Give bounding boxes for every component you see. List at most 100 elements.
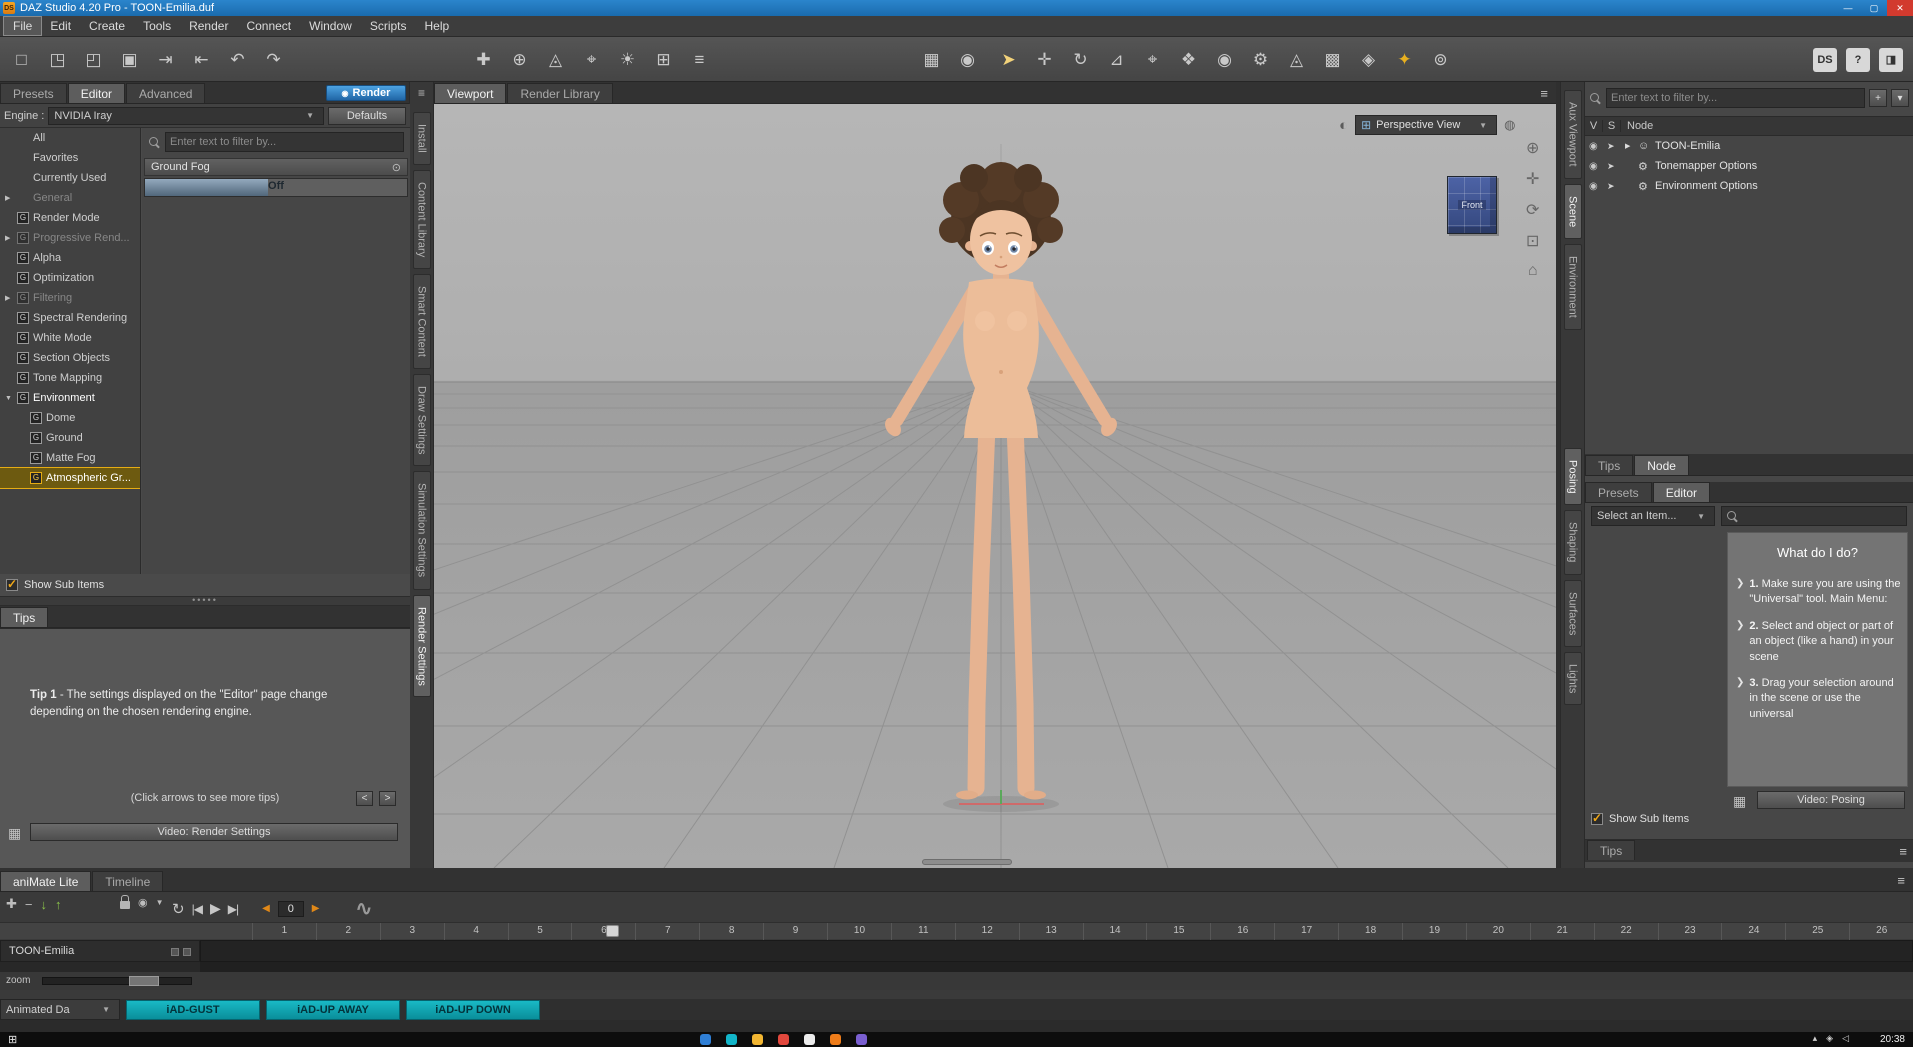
frame-back-icon[interactable]: ◀: [262, 903, 270, 914]
play-icon[interactable]: ▶: [210, 900, 221, 917]
aniblock-iad-up-away[interactable]: iAD-UP AWAY: [266, 999, 400, 1020]
taskbar-app-icon[interactable]: [700, 1034, 711, 1045]
track-label[interactable]: TOON-Emilia: [0, 940, 200, 962]
tab-editor[interactable]: Editor: [1652, 482, 1711, 502]
maximize-button[interactable]: ▢: [1861, 0, 1887, 16]
tab-smart-content[interactable]: Smart Content: [412, 273, 431, 369]
scale-tool-icon[interactable]: ⊿: [1103, 46, 1130, 73]
undo-icon[interactable]: ↶: [224, 46, 251, 73]
create-light-icon[interactable]: ☀: [614, 46, 641, 73]
joint-editor-icon[interactable]: ⚙: [1247, 46, 1274, 73]
category-atmospheric-ground[interactable]: G Atmospheric Gr...: [0, 467, 140, 489]
scene-add-button[interactable]: +: [1869, 89, 1887, 107]
reset-icon[interactable]: ⊙: [392, 161, 401, 174]
create-figure-icon[interactable]: ✚: [470, 46, 497, 73]
video-render-settings-button[interactable]: Video: Render Settings: [30, 823, 398, 841]
tab-surfaces[interactable]: Surfaces: [1563, 579, 1582, 648]
view-selector-dropdown[interactable]: ⊞ Perspective View ▼: [1355, 115, 1498, 135]
import-icon[interactable]: ⇥: [152, 46, 179, 73]
start-button[interactable]: ⊞: [8, 1033, 17, 1046]
category-item[interactable]: All: [0, 128, 140, 148]
node-selection-tool-icon[interactable]: ⌖: [1139, 46, 1166, 73]
panel-menu-icon[interactable]: ≡: [418, 86, 425, 104]
expand-arrow-icon[interactable]: ▶: [5, 294, 13, 302]
interactive-lessons-icon[interactable]: ◨: [1879, 47, 1903, 72]
show-sub-items-checkbox[interactable]: [6, 577, 18, 591]
category-item[interactable]: G Matte Fog: [0, 448, 140, 468]
expand-arrow-icon[interactable]: ▼: [5, 395, 13, 402]
panel-menu-icon[interactable]: ≡: [1899, 844, 1907, 859]
new-file-icon[interactable]: □: [8, 46, 35, 73]
draw-style-icon[interactable]: ◍: [1504, 117, 1515, 133]
daz-central-badge[interactable]: DS: [1813, 47, 1837, 72]
posing-search-box[interactable]: [1721, 506, 1907, 526]
key-down-icon[interactable]: ↓: [41, 897, 48, 912]
taskbar-app-icon[interactable]: [752, 1034, 763, 1045]
scene-options-button[interactable]: ▾: [1891, 89, 1909, 107]
merge-file-icon[interactable]: ◰: [80, 46, 107, 73]
next-tip-button[interactable]: >: [379, 791, 396, 806]
redo-icon[interactable]: ↷: [260, 46, 287, 73]
volume-icon[interactable]: ◁: [1842, 1033, 1849, 1044]
surface-selection-icon[interactable]: ◈: [1355, 46, 1382, 73]
tab-viewport[interactable]: Viewport: [434, 83, 507, 103]
add-key-icon[interactable]: ✚: [6, 896, 17, 912]
grid-snap-icon[interactable]: ▦: [918, 46, 945, 73]
visibility-eye-icon[interactable]: ◉: [1589, 141, 1603, 152]
category-item[interactable]: G Alpha: [0, 248, 140, 268]
universal-tool-icon[interactable]: ➤: [995, 46, 1022, 73]
show-sub-items-checkbox[interactable]: [1591, 811, 1603, 825]
previous-tip-button[interactable]: <: [356, 791, 373, 806]
export-icon[interactable]: ⇤: [188, 46, 215, 73]
aniblock-source-dropdown[interactable]: Animated Da ▼: [0, 999, 120, 1020]
tray-expand-icon[interactable]: ▴: [1813, 1033, 1818, 1044]
category-item[interactable]: G Render Mode: [0, 208, 140, 228]
eye-icon[interactable]: ◉: [138, 896, 148, 909]
create-group-icon[interactable]: ⊞: [650, 46, 677, 73]
filter-input[interactable]: [165, 132, 404, 152]
lighting-sphere-icon[interactable]: ◐: [1339, 117, 1348, 134]
rotate-tool-icon[interactable]: ↻: [1067, 46, 1094, 73]
zoom-slider[interactable]: [42, 976, 192, 986]
tab-editor[interactable]: Editor: [67, 83, 126, 103]
tab-timeline[interactable]: Timeline: [92, 871, 164, 891]
taskbar-app-icon[interactable]: [726, 1034, 737, 1045]
timeline-ruler[interactable]: 1 2 3 4 5 6 7 8 9 10 11 12 13 14 15 16 17 18 19 20 21 22 23 24 2…: [0, 922, 1913, 940]
visibility-eye-icon[interactable]: ◉: [1589, 161, 1603, 172]
save-icon[interactable]: ▣: [116, 46, 143, 73]
menu-file[interactable]: File: [2, 16, 43, 36]
item-select-dropdown[interactable]: Select an Item... ▼: [1591, 506, 1715, 526]
viewport-3d-canvas[interactable]: ◐ ⊞ Perspective View ▼ ◍ Front ⊕ ✛ ⟳ ⊡ ⌂: [434, 104, 1556, 868]
tab-render-settings[interactable]: Render Settings: [412, 594, 431, 698]
scene-node-toon-emilia[interactable]: ◉ ➤ ▶ ☺ TOON-Emilia: [1585, 136, 1913, 156]
taskbar-app-icon[interactable]: [804, 1034, 815, 1045]
menu-tools[interactable]: Tools: [134, 17, 180, 35]
polygon-group-editor-icon[interactable]: ▩: [1319, 46, 1346, 73]
zoom-tool-icon[interactable]: ⊕: [1526, 138, 1539, 158]
aniblock-iad-up-down[interactable]: iAD-UP DOWN: [406, 999, 540, 1020]
dform-tool-icon[interactable]: ◉: [1211, 46, 1238, 73]
tab-posing[interactable]: Posing: [1563, 447, 1582, 506]
active-pose-tool-icon[interactable]: ❖: [1175, 46, 1202, 73]
scene-filter-input[interactable]: [1606, 88, 1865, 108]
tab-node[interactable]: Node: [1634, 455, 1689, 475]
zoom-slider-handle[interactable]: [129, 976, 159, 986]
category-item[interactable]: G Spectral Rendering: [0, 308, 140, 328]
tab-advanced[interactable]: Advanced: [126, 83, 206, 103]
go-to-end-icon[interactable]: ▶|: [228, 902, 239, 916]
spot-render-tool-icon[interactable]: ✦: [1391, 46, 1418, 73]
menu-help[interactable]: Help: [416, 17, 459, 35]
tab-install[interactable]: Install: [412, 112, 431, 165]
selectable-cursor-icon[interactable]: ➤: [1607, 161, 1621, 172]
go-to-start-icon[interactable]: |◀: [192, 902, 203, 916]
network-icon[interactable]: ◈: [1826, 1033, 1833, 1044]
orbit-tool-icon[interactable]: ⟳: [1526, 200, 1539, 220]
viewport-scroll-handle[interactable]: [922, 859, 1012, 865]
ground-fog-toggle[interactable]: Off: [144, 178, 408, 197]
view-cube-control[interactable]: Front: [1447, 176, 1497, 234]
category-item[interactable]: G Optimization: [0, 268, 140, 288]
menu-edit[interactable]: Edit: [41, 17, 80, 35]
panel-menu-icon[interactable]: ≡: [1897, 873, 1905, 888]
expand-arrow-icon[interactable]: ▶: [5, 194, 13, 202]
expand-arrow-icon[interactable]: ▶: [1625, 142, 1634, 150]
